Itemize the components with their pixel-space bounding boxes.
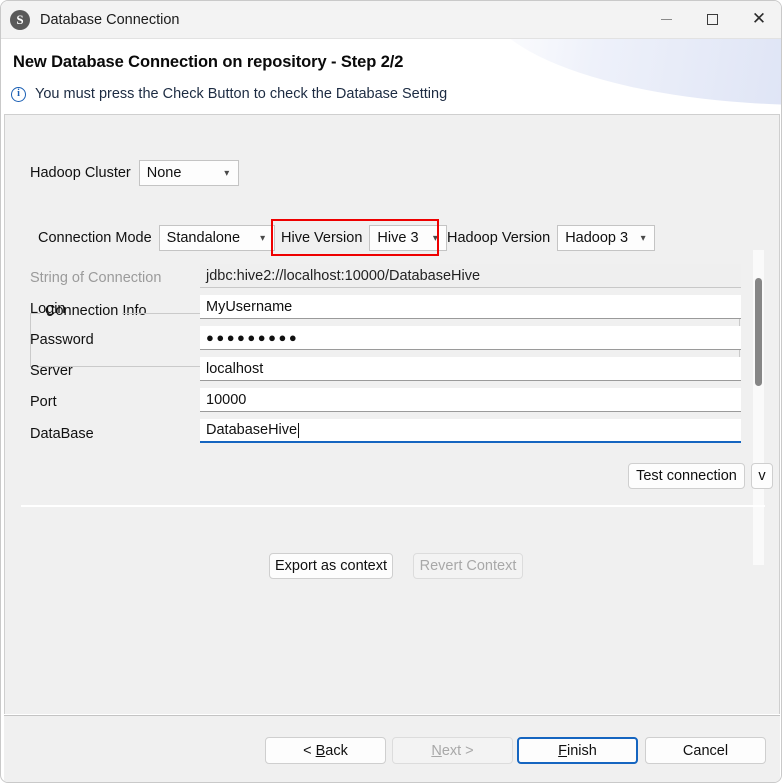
- dialog-window: S Database Connection ✕ New Database Con…: [0, 0, 782, 783]
- minimize-button[interactable]: [643, 1, 689, 39]
- hadoop-version-value: Hadoop 3: [565, 230, 629, 246]
- maximize-icon: [706, 14, 718, 25]
- chevron-down-icon: ▾: [224, 167, 230, 179]
- finish-button-label: Finish: [558, 742, 597, 759]
- chevron-down-icon: ▾: [640, 232, 646, 244]
- server-value: localhost: [206, 360, 264, 377]
- login-label: Login: [30, 301, 66, 317]
- header-message: You must press the Check Button to check…: [35, 86, 448, 102]
- info-icon: i: [11, 86, 26, 102]
- hadoop-version-row: Hadoop Version Hadoop 3 ▾: [447, 225, 656, 251]
- header-message-row: i You must press the Check Button to che…: [11, 86, 447, 102]
- connection-mode-row: Connection Mode Standalone ▾: [38, 225, 275, 251]
- login-input[interactable]: MyUsername: [200, 295, 741, 319]
- hadoop-cluster-label: Hadoop Cluster: [30, 165, 131, 181]
- maximize-button[interactable]: [689, 1, 735, 39]
- close-icon: ✕: [751, 9, 767, 29]
- port-value: 10000: [206, 391, 247, 408]
- connection-mode-value: Standalone: [166, 230, 241, 246]
- connection-mode-label: Connection Mode: [38, 230, 152, 246]
- next-button-label: Next >: [431, 742, 474, 759]
- hadoop-cluster-value: None: [146, 165, 182, 181]
- back-button-label: < Back: [303, 742, 348, 759]
- hive-version-highlight: [271, 219, 439, 256]
- finish-button[interactable]: Finish: [517, 737, 638, 764]
- window-title: Database Connection: [40, 11, 180, 28]
- hadoop-cluster-row: Hadoop Cluster None ▾: [30, 160, 239, 186]
- database-value: DatabaseHive: [206, 422, 298, 438]
- string-of-connection-value: jdbc:hive2://localhost:10000/DatabaseHiv…: [206, 267, 481, 284]
- back-button[interactable]: < Back: [265, 737, 386, 764]
- window-controls: ✕: [643, 1, 781, 39]
- test-connection-dropdown-button[interactable]: v: [751, 463, 773, 489]
- hadoop-version-select[interactable]: Hadoop 3 ▾: [557, 225, 656, 251]
- content-scrollbar[interactable]: [753, 250, 764, 565]
- string-of-connection-label: String of Connection: [30, 270, 162, 286]
- export-as-context-button[interactable]: Export as context: [269, 553, 393, 579]
- next-button: Next >: [392, 737, 513, 764]
- login-value: MyUsername: [206, 298, 293, 315]
- talend-circle-icon: S: [10, 9, 30, 30]
- text-caret: [298, 422, 300, 438]
- password-value: ●●●●●●●●●: [206, 330, 300, 345]
- header-decoration: [483, 39, 781, 105]
- hadoop-version-label: Hadoop Version: [447, 230, 551, 246]
- test-connection-button[interactable]: Test connection: [628, 463, 745, 489]
- port-input[interactable]: 10000: [200, 388, 741, 412]
- wizard-footer: < Back Next > Finish Cancel: [4, 715, 780, 782]
- server-label: Server: [30, 363, 73, 379]
- title-bar: S Database Connection ✕: [1, 1, 781, 39]
- password-input[interactable]: ●●●●●●●●●: [200, 326, 741, 350]
- content-panel: Hadoop Cluster None ▾ Connection Info Co…: [4, 114, 780, 755]
- page-title: New Database Connection on repository - …: [13, 53, 404, 71]
- section-divider: [21, 505, 765, 507]
- port-label: Port: [30, 394, 57, 410]
- hadoop-cluster-select[interactable]: None ▾: [138, 160, 239, 186]
- minimize-icon: [660, 19, 672, 20]
- password-label: Password: [30, 332, 94, 348]
- scrollbar-thumb[interactable]: [755, 278, 762, 386]
- string-of-connection-input: jdbc:hive2://localhost:10000/DatabaseHiv…: [200, 264, 741, 288]
- server-input[interactable]: localhost: [200, 357, 741, 381]
- close-button[interactable]: ✕: [735, 1, 781, 39]
- cancel-button[interactable]: Cancel: [645, 737, 766, 764]
- revert-context-button: Revert Context: [413, 553, 523, 579]
- database-input[interactable]: DatabaseHive: [200, 419, 741, 443]
- wizard-header: New Database Connection on repository - …: [1, 39, 781, 114]
- connection-mode-select[interactable]: Standalone ▾: [158, 225, 275, 251]
- database-label: DataBase: [30, 426, 94, 442]
